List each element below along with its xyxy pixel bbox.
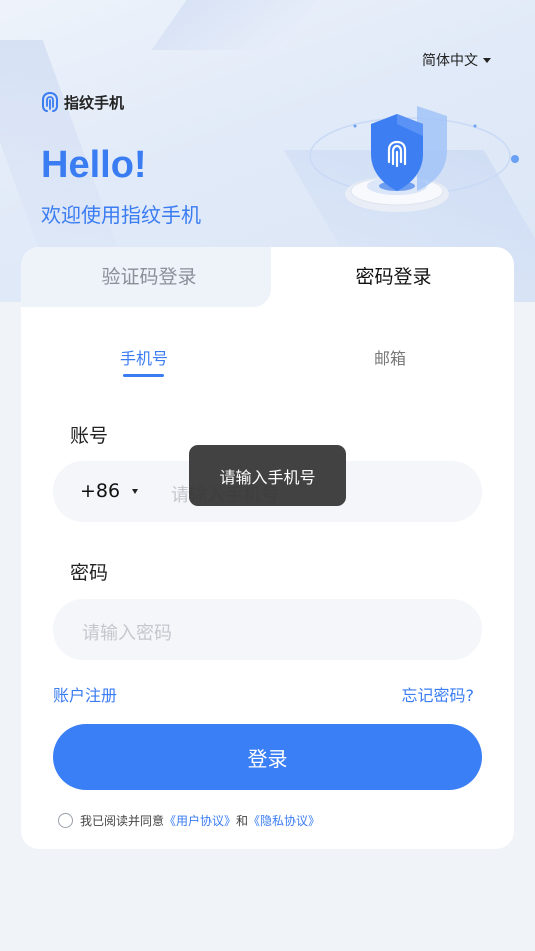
password-label: 密码: [70, 562, 109, 584]
password-placeholder: 请输入密码: [82, 623, 172, 644]
hello-heading: Hello!: [41, 144, 147, 186]
caret-down-icon: [483, 57, 491, 63]
welcome-subtitle: 欢迎使用指纹手机: [41, 203, 201, 227]
language-label: 简体中文: [422, 53, 478, 69]
brand-name: 指纹手机: [64, 93, 125, 112]
privacy-agreement-link[interactable]: 《隐私协议》: [248, 812, 320, 829]
agreement-radio[interactable]: [58, 813, 73, 828]
user-agreement-link[interactable]: 《用户协议》: [164, 812, 236, 829]
toast-message: 请输入手机号: [189, 445, 346, 506]
agreement-conjunction: 和: [236, 814, 249, 828]
fingerprint-logo-icon: [42, 92, 58, 112]
brand-logo: 指纹手机: [41, 91, 124, 113]
tab-password-login[interactable]: 密码登录: [273, 262, 514, 289]
language-selector[interactable]: 简体中文: [422, 50, 491, 70]
agreement-row: 我已阅读并同意 《用户协议》 和 《隐私协议》: [58, 812, 320, 829]
active-tab-indicator: [123, 374, 164, 377]
login-card: 验证码登录 密码登录 手机号 邮箱 账号 +86 请输入手机号 密码 请输入密码…: [21, 247, 514, 849]
agreement-prefix: 我已阅读并同意: [80, 814, 165, 828]
login-button[interactable]: 登录: [53, 724, 482, 790]
country-code: +86: [80, 480, 121, 502]
security-shield-illustration: [309, 106, 519, 212]
tab-code-login[interactable]: 验证码登录: [21, 262, 277, 289]
account-label: 账号: [70, 425, 109, 447]
sub-tab-phone[interactable]: 手机号: [120, 345, 168, 369]
forgot-password-link[interactable]: 忘记密码?: [402, 682, 475, 706]
country-code-selector[interactable]: +86: [80, 480, 139, 502]
password-input[interactable]: 请输入密码: [53, 599, 482, 660]
caret-down-icon: [132, 488, 139, 494]
login-tabs: 验证码登录 密码登录: [21, 247, 514, 307]
decorative-streak: [151, 0, 359, 50]
register-link[interactable]: 账户注册: [53, 682, 117, 706]
sub-tab-email[interactable]: 邮箱: [374, 345, 406, 369]
